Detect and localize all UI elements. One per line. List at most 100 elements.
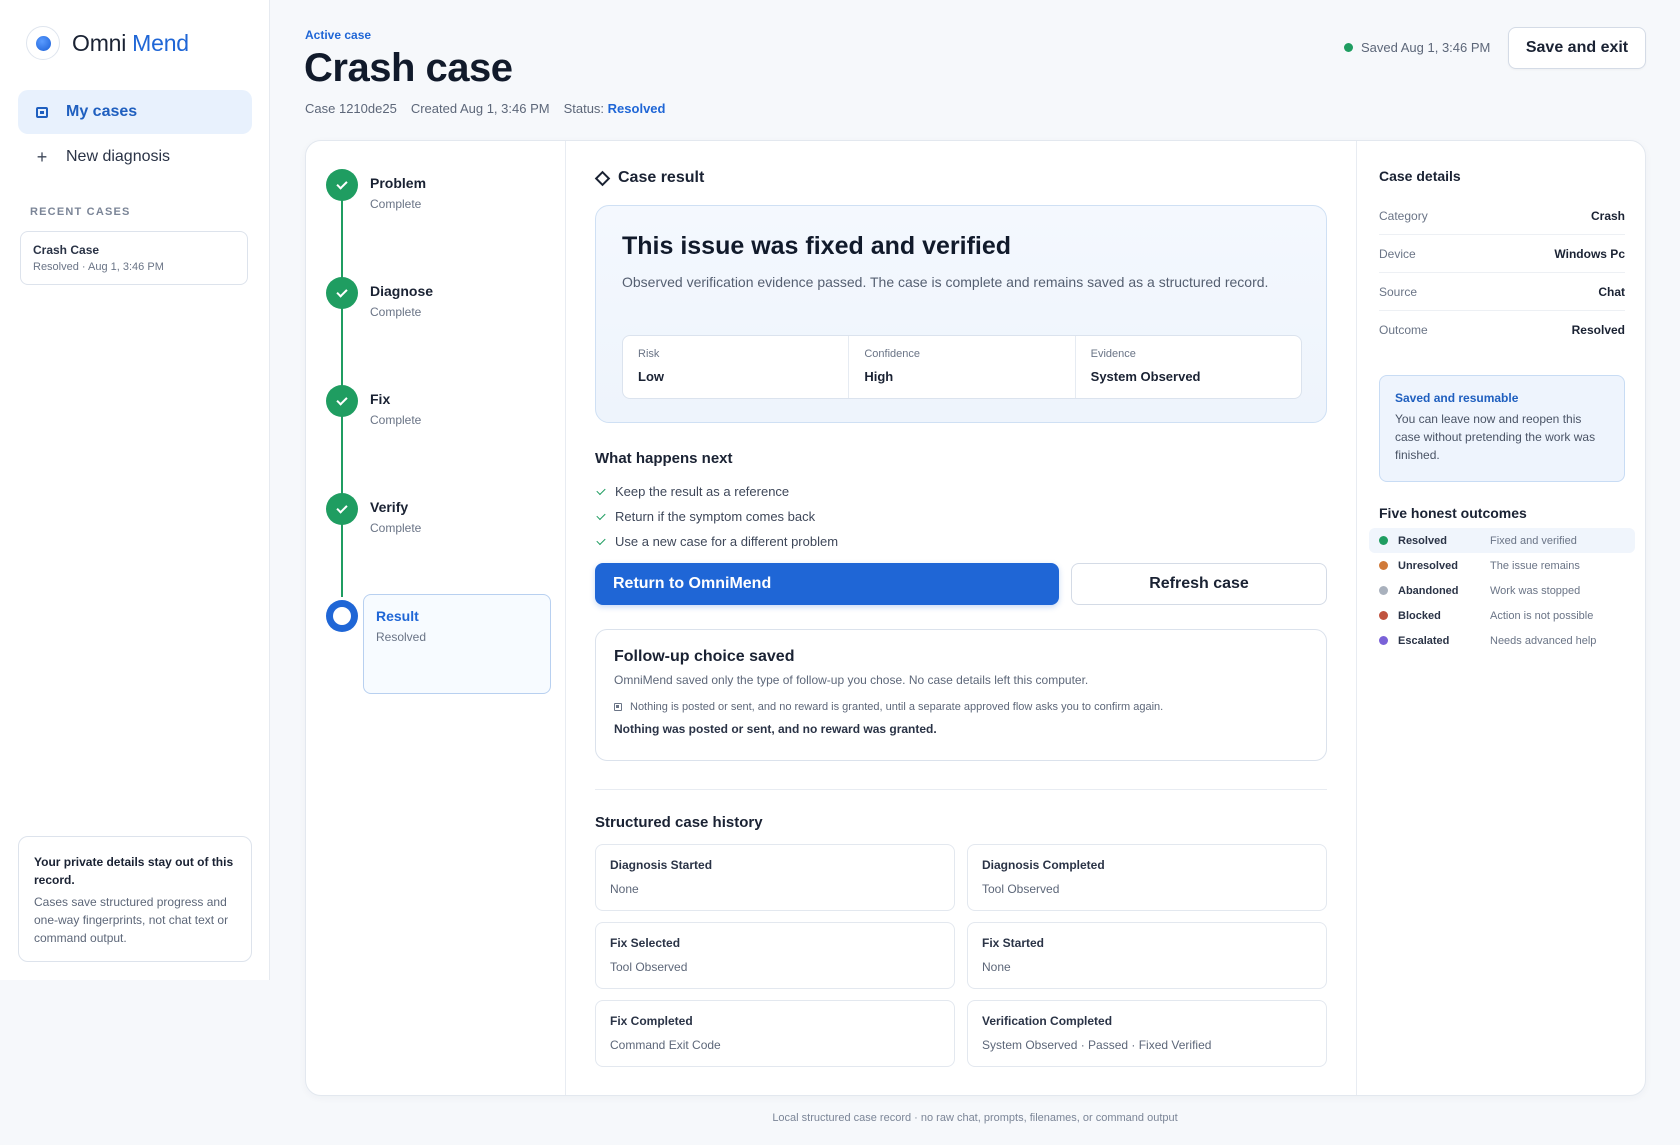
result-card: This issue was fixed and verified Observ…: [595, 205, 1327, 423]
divider: [1356, 141, 1357, 1095]
refresh-case-button[interactable]: Refresh case: [1071, 563, 1327, 605]
recent-cases-label: RECENT CASES: [30, 206, 131, 218]
brand-logo[interactable]: Omni Mend: [26, 26, 189, 60]
privacy-title: Your private details stay out of this re…: [34, 855, 234, 887]
history-heading: Structured case history: [595, 814, 763, 831]
outcomes-heading: Five honest outcomes: [1379, 505, 1527, 521]
logo-icon: [26, 26, 60, 60]
history-item: Diagnosis Started None: [595, 844, 955, 911]
step-status: Complete: [370, 413, 422, 427]
outcome-blocked: Blocked Action is not possible: [1369, 603, 1635, 628]
list-item: Use a new case for a different problem: [595, 529, 838, 554]
followup-card: Follow-up choice saved OmniMend saved on…: [595, 629, 1327, 761]
brand-name: Omni Mend: [72, 29, 189, 56]
privacy-notice: Your private details stay out of this re…: [18, 836, 252, 962]
step-label: Result: [376, 608, 419, 624]
result-metrics: Risk Low Confidence High Evidence System…: [622, 335, 1302, 399]
metric-risk: Risk Low: [623, 336, 850, 398]
step-label: Diagnose: [370, 283, 434, 299]
followup-title: Follow-up choice saved: [614, 648, 795, 665]
case-id: Case 1210de25: [305, 101, 397, 116]
current-step-icon: [326, 600, 358, 632]
case-panel: Problem Complete Diagnose Complete Fix C…: [305, 140, 1646, 1096]
outcome-resolved: Resolved Fixed and verified: [1369, 528, 1635, 553]
step-status: Resolved: [376, 630, 427, 644]
divider: [565, 141, 566, 1095]
status-dot-icon: [1379, 611, 1388, 620]
check-icon: [326, 277, 358, 309]
plus-icon: +: [36, 146, 48, 167]
followup-note: Nothing is posted or sent, and no reward…: [614, 701, 1308, 713]
step-status: Complete: [370, 197, 422, 211]
history-item: Fix Completed Command Exit Code: [595, 1000, 955, 1067]
status-dot-icon: [1379, 586, 1388, 595]
status-value: Resolved: [607, 101, 666, 116]
step-status: Complete: [370, 305, 422, 319]
step-label: Fix: [370, 391, 391, 407]
nav-label: My cases: [66, 103, 138, 120]
check-icon: [596, 535, 606, 545]
recent-case-title: Crash Case: [33, 243, 100, 257]
next-steps-heading: What happens next: [595, 450, 733, 467]
folder-icon: [34, 104, 50, 120]
result-description: Observed verification evidence passed. T…: [622, 274, 1269, 290]
saved-text: Saved Aug 1, 3:46 PM: [1361, 40, 1491, 55]
check-icon: [596, 485, 606, 495]
detail-row: Outcome Resolved: [1379, 323, 1625, 337]
status-dot-icon: [1379, 561, 1388, 570]
case-status: Status: Resolved: [563, 101, 666, 116]
case-created: Created Aug 1, 3:46 PM: [410, 101, 550, 116]
next-steps-list: Keep the result as a reference Return if…: [595, 479, 838, 554]
resumable-body: You can leave now and reopen this case w…: [1395, 412, 1596, 462]
footer-note: Local structured case record · no raw ch…: [772, 1112, 1178, 1124]
nav-label: New diagnosis: [66, 148, 171, 165]
history-item: Diagnosis Completed Tool Observed: [967, 844, 1327, 911]
page-title: Crash case: [304, 46, 513, 90]
case-details-heading: Case details: [1379, 168, 1461, 184]
save-and-exit-button[interactable]: Save and exit: [1508, 27, 1646, 69]
case-details-list: Category Crash Device Windows Pc Source Cha…: [1379, 197, 1625, 349]
history-item: Fix Selected Tool Observed: [595, 922, 955, 989]
page-eyebrow: Active case: [305, 28, 372, 42]
outcomes-list: Resolved Fixed and verified Unresolved The…: [1369, 528, 1635, 653]
status-dot-icon: [1379, 536, 1388, 545]
check-icon: [326, 169, 358, 201]
outcome-abandoned: Abandoned Work was stopped: [1369, 578, 1635, 603]
case-meta: Case 1210de25 Created Aug 1, 3:46 PM Sta…: [305, 101, 665, 116]
history-item: Verification Completed System Observed · …: [967, 1000, 1327, 1067]
case-content: Case result This issue was fixed and ver…: [594, 141, 1327, 1095]
history-grid: Diagnosis Started None Diagnosis Complete…: [595, 844, 1327, 1067]
followup-confirmation: Nothing was posted or sent, and no rewar…: [614, 722, 937, 736]
check-icon: [326, 385, 358, 417]
case-result-heading: Case result: [594, 169, 704, 187]
step-label: Verify: [370, 499, 409, 515]
resumable-title: Saved and resumable: [1395, 391, 1519, 405]
privacy-body: Cases save structured progress and one-w…: [34, 895, 229, 945]
history-item: Fix Started None: [967, 922, 1327, 989]
nav-my-cases[interactable]: My cases: [18, 90, 252, 134]
recent-case-meta: Resolved · Aug 1, 3:46 PM: [33, 261, 164, 273]
detail-row: Source Chat: [1379, 273, 1625, 311]
result-title: This issue was fixed and verified: [622, 232, 1012, 260]
sidebar: Omni Mend My cases + New diagnosis RECENT…: [0, 0, 270, 980]
return-to-omnimend-button[interactable]: Return to OmniMend: [595, 563, 1059, 605]
detail-row: Device Windows Pc: [1379, 235, 1625, 273]
recent-case-item[interactable]: Crash Case Resolved · Aug 1, 3:46 PM: [20, 231, 248, 285]
check-icon: [326, 493, 358, 525]
detail-row: Category Crash: [1379, 197, 1625, 235]
step-status: Complete: [370, 521, 422, 535]
step-label: Problem: [370, 175, 427, 191]
outcome-escalated: Escalated Needs advanced help: [1369, 628, 1635, 653]
outcome-unresolved: Unresolved The issue remains: [1369, 553, 1635, 578]
followup-description: OmniMend saved only the type of follow-u…: [614, 673, 1089, 687]
nav-new-diagnosis[interactable]: + New diagnosis: [18, 135, 252, 179]
saved-dot-icon: [1344, 43, 1353, 52]
list-item: Return if the symptom comes back: [595, 504, 838, 529]
status-dot-icon: [1379, 636, 1388, 645]
check-icon: [596, 510, 606, 520]
info-icon: [614, 703, 622, 711]
resumable-notice: Saved and resumable You can leave now an…: [1379, 375, 1625, 482]
metric-confidence: Confidence High: [849, 336, 1076, 398]
divider: [595, 789, 1327, 790]
diamond-icon: [594, 170, 611, 186]
